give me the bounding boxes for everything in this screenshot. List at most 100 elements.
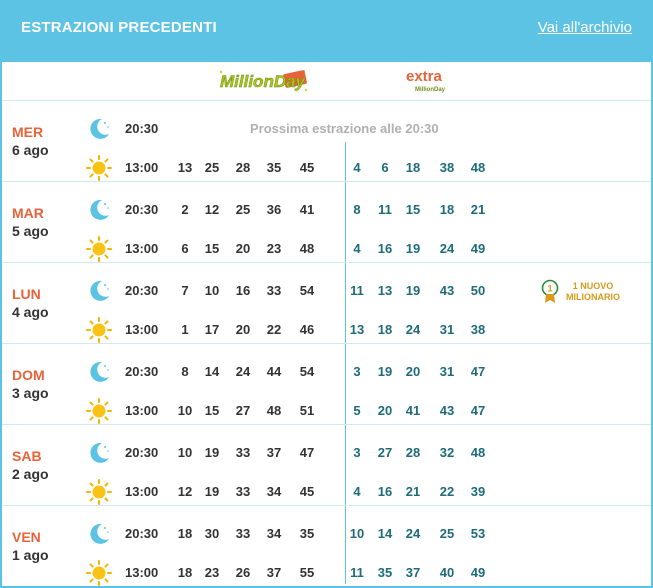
drawn-number: 47 bbox=[299, 445, 315, 460]
extra-number: 28 bbox=[405, 445, 421, 460]
drawn-number: 10 bbox=[177, 403, 193, 418]
svg-text:MillionDay: MillionDay bbox=[220, 72, 307, 91]
extra-number: 18 bbox=[377, 322, 393, 337]
extra-number: 19 bbox=[405, 241, 421, 256]
svg-text:extra: extra bbox=[406, 68, 443, 85]
extra-number: 41 bbox=[405, 403, 421, 418]
extra-number: 11 bbox=[378, 202, 392, 217]
svg-text:1: 1 bbox=[547, 284, 552, 294]
draw-time: 13:00 bbox=[125, 241, 159, 256]
extra-number: 50 bbox=[470, 283, 486, 298]
extra-number: 43 bbox=[439, 403, 455, 418]
drawn-number: 27 bbox=[235, 403, 251, 418]
moon-icon bbox=[86, 521, 112, 547]
drawn-number: 30 bbox=[204, 526, 220, 541]
drawn-number: 7 bbox=[181, 283, 189, 298]
drawn-number: 12 bbox=[177, 484, 193, 499]
drawn-number: 34 bbox=[266, 484, 282, 499]
extra-number: 19 bbox=[377, 364, 393, 379]
drawn-number: 6 bbox=[181, 241, 189, 256]
extra-number: 21 bbox=[470, 202, 486, 217]
draw-time: 13:00 bbox=[125, 322, 159, 337]
draw-time: 13:00 bbox=[125, 403, 159, 418]
badge-line: 1 NUOVO bbox=[572, 281, 614, 291]
drawn-number: 15 bbox=[204, 241, 220, 256]
drawn-number: 15 bbox=[204, 403, 220, 418]
moon-icon bbox=[86, 440, 112, 466]
draw-time: 20:30 bbox=[125, 121, 159, 136]
draw-time: 13:00 bbox=[125, 565, 159, 580]
drawn-number: 33 bbox=[235, 526, 251, 541]
panel-title: ESTRAZIONI PRECEDENTI bbox=[21, 19, 217, 36]
drawn-number: 25 bbox=[204, 160, 220, 175]
extra-number: 18 bbox=[439, 202, 455, 217]
drawn-number: 24 bbox=[235, 364, 251, 379]
draw-row: 20:30 7 10 16 33 54 11 13 19 43 50 1 1 NUOVO MILIONAR… bbox=[2, 272, 651, 312]
extra-number: 48 bbox=[470, 160, 486, 175]
extra-number: 38 bbox=[470, 322, 486, 337]
drawn-number: 54 bbox=[299, 283, 315, 298]
drawn-number: 28 bbox=[235, 160, 251, 175]
drawn-number: 23 bbox=[266, 241, 282, 256]
extra-number: 6 bbox=[381, 160, 389, 175]
sun-icon bbox=[86, 479, 112, 505]
drawn-number: 10 bbox=[177, 445, 193, 460]
drawn-number: 36 bbox=[266, 202, 282, 217]
extra-number: 47 bbox=[470, 364, 486, 379]
draw-row: 20:30 2 12 25 36 41 8 11 15 18 21 bbox=[2, 191, 651, 231]
moon-icon bbox=[86, 116, 112, 142]
drawn-number: 41 bbox=[299, 202, 315, 217]
draw-row: 20:30 8 14 24 44 54 3 19 20 31 47 bbox=[2, 353, 651, 393]
extra-number: 24 bbox=[405, 526, 421, 541]
panel-header: ESTRAZIONI PRECEDENTI Vai all'archivio bbox=[0, 0, 653, 62]
drawn-number: 22 bbox=[266, 322, 282, 337]
sun-icon bbox=[86, 560, 112, 586]
extra-number: 11 bbox=[350, 283, 364, 298]
extra-number: 48 bbox=[470, 445, 486, 460]
extra-number: 32 bbox=[439, 445, 455, 460]
drawn-number: 20 bbox=[235, 241, 251, 256]
archive-link[interactable]: Vai all'archivio bbox=[538, 19, 632, 36]
drawn-number: 8 bbox=[181, 364, 189, 379]
extra-number: 16 bbox=[377, 484, 393, 499]
extra-number: 20 bbox=[377, 403, 393, 418]
extra-number: 8 bbox=[353, 202, 361, 217]
drawn-number: 25 bbox=[235, 202, 251, 217]
draw-time: 20:30 bbox=[125, 526, 159, 541]
medal-icon: 1 bbox=[540, 279, 560, 310]
extra-number: 3 bbox=[353, 445, 361, 460]
moon-icon bbox=[86, 278, 112, 304]
badge-text: 1 NUOVO MILIONARIO bbox=[562, 281, 624, 303]
extra-number: 4 bbox=[353, 484, 361, 499]
drawn-number: 18 bbox=[177, 526, 193, 541]
draw-time: 20:30 bbox=[125, 202, 159, 217]
extra-number: 15 bbox=[405, 202, 421, 217]
drawn-number: 17 bbox=[204, 322, 220, 337]
day-block: MER 6 ago 20:30 Prossima estrazione alle 20… bbox=[2, 100, 651, 181]
extra-number: 25 bbox=[439, 526, 455, 541]
day-block: SAB 2 ago 20:30 10 19 33 37 47 3 27 28 32 48 13:00 12 1… bbox=[2, 424, 651, 505]
extra-number: 13 bbox=[377, 283, 393, 298]
day-block: LUN 4 ago 20:30 7 10 16 33 54 11 13 19 43 50 1 1 NUOVO… bbox=[2, 262, 651, 343]
drawn-number: 23 bbox=[204, 565, 220, 580]
extra-number: 31 bbox=[439, 364, 455, 379]
drawn-number: 19 bbox=[204, 484, 220, 499]
drawn-number: 10 bbox=[204, 283, 220, 298]
next-draw-notice: Prossima estrazione alle 20:30 bbox=[250, 121, 439, 136]
draw-row: 13:00 18 23 26 37 55 11 35 37 40 49 bbox=[2, 554, 651, 588]
drawn-number: 45 bbox=[299, 484, 315, 499]
drawn-number: 34 bbox=[266, 526, 282, 541]
drawn-number: 37 bbox=[266, 565, 282, 580]
day-block: MAR 5 ago 20:30 2 12 25 36 41 8 11 15 18 21 13:00 6 15 2… bbox=[2, 181, 651, 262]
drawn-number: 45 bbox=[299, 160, 315, 175]
extra-number: 24 bbox=[405, 322, 421, 337]
draw-time: 13:00 bbox=[125, 160, 159, 175]
drawn-number: 48 bbox=[266, 403, 282, 418]
extra-number: 22 bbox=[439, 484, 455, 499]
extra-number: 35 bbox=[377, 565, 393, 580]
drawn-number: 13 bbox=[177, 160, 193, 175]
sun-icon bbox=[86, 155, 112, 181]
drawn-number: 18 bbox=[177, 565, 193, 580]
extra-number: 39 bbox=[470, 484, 486, 499]
extra-number: 27 bbox=[377, 445, 393, 460]
